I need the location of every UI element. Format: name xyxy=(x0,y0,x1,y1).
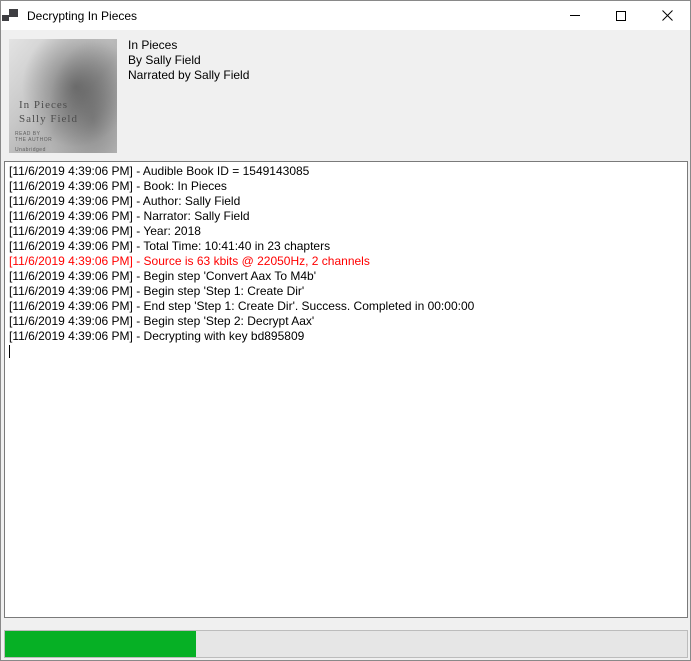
window-title: Decrypting In Pieces xyxy=(27,9,137,23)
log-line: [11/6/2019 4:39:06 PM] - Author: Sally F… xyxy=(9,194,683,209)
cover-author-text: Sally Field xyxy=(19,113,78,125)
log-line: [11/6/2019 4:39:06 PM] - Year: 2018 xyxy=(9,224,683,239)
app-icon xyxy=(2,8,19,24)
app-window: Decrypting In Pieces In Pieces Sally Fie… xyxy=(0,0,691,661)
app-icon-square-small xyxy=(2,15,9,21)
book-narrator: Narrated by Sally Field xyxy=(128,68,249,83)
app-icon-square-large xyxy=(9,9,18,17)
log-line: [11/6/2019 4:39:06 PM] - Begin step 'Ste… xyxy=(9,314,683,329)
progress-bar-fill xyxy=(5,631,196,657)
cover-title-text: In Pieces xyxy=(19,99,68,111)
maximize-button[interactable] xyxy=(598,1,644,30)
log-line: [11/6/2019 4:39:06 PM] - Total Time: 10:… xyxy=(9,239,683,254)
book-title: In Pieces xyxy=(128,38,249,53)
cover-caption-line: THE AUTHOR xyxy=(15,137,52,143)
title-bar: Decrypting In Pieces xyxy=(1,1,690,30)
book-cover-image: In Pieces Sally Field READ BY THE AUTHOR… xyxy=(9,39,117,153)
maximize-icon xyxy=(616,11,626,21)
log-line: [11/6/2019 4:39:06 PM] - Narrator: Sally… xyxy=(9,209,683,224)
progress-bar xyxy=(4,630,688,658)
book-author: By Sally Field xyxy=(128,53,249,68)
book-info: In Pieces By Sally Field Narrated by Sal… xyxy=(128,38,249,83)
log-line: [11/6/2019 4:39:06 PM] - Audible Book ID… xyxy=(9,164,683,179)
caption-buttons xyxy=(552,1,690,30)
cover-caption-line: Unabridged xyxy=(15,147,52,153)
minimize-button[interactable] xyxy=(552,1,598,30)
minimize-icon xyxy=(570,15,580,16)
cover-caption: READ BY THE AUTHOR Unabridged xyxy=(15,131,52,153)
log-line: [11/6/2019 4:39:06 PM] - End step 'Step … xyxy=(9,299,683,314)
log-line: [11/6/2019 4:39:06 PM] - Decrypting with… xyxy=(9,329,683,344)
close-icon xyxy=(662,10,673,21)
text-caret xyxy=(9,345,10,358)
log-textarea[interactable]: [11/6/2019 4:39:06 PM] - Audible Book ID… xyxy=(4,161,688,618)
close-button[interactable] xyxy=(644,1,690,30)
log-line: [11/6/2019 4:39:06 PM] - Book: In Pieces xyxy=(9,179,683,194)
log-line: [11/6/2019 4:39:06 PM] - Source is 63 kb… xyxy=(9,254,683,269)
log-line: [11/6/2019 4:39:06 PM] - Begin step 'Con… xyxy=(9,269,683,284)
log-line: [11/6/2019 4:39:06 PM] - Begin step 'Ste… xyxy=(9,284,683,299)
